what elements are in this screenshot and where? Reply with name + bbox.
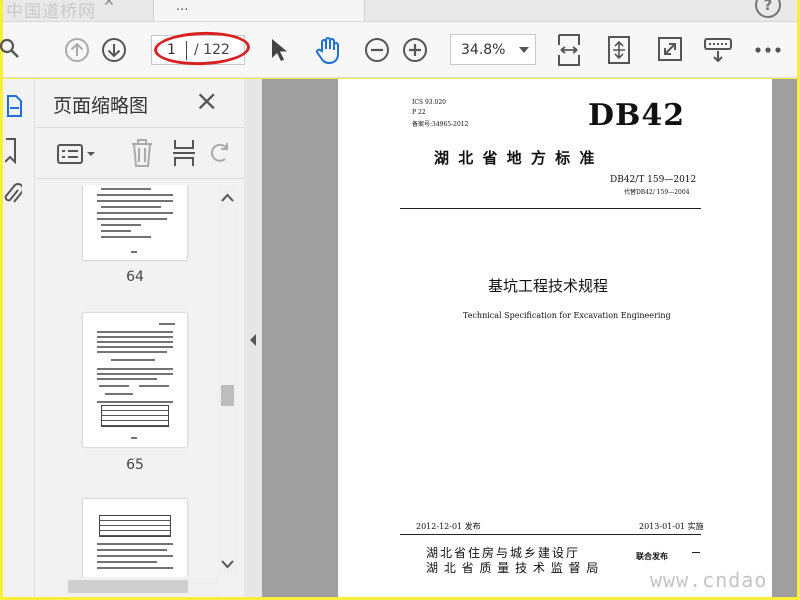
search-icon[interactable] [0,36,23,62]
fit-width-icon[interactable] [556,32,582,68]
rotate-icon[interactable] [207,137,233,169]
collapse-panel-icon[interactable] [248,333,258,347]
document-tab[interactable]: ... [153,0,365,21]
replaces-number: 代替DB42/ 159—2004 [624,189,690,196]
thumbnail-page[interactable] [83,185,187,260]
side-icon-rail [3,79,35,597]
page-thumbnails-icon[interactable] [3,93,25,119]
footer-rule [400,534,701,535]
full-screen-icon[interactable] [656,35,684,63]
document-view[interactable]: ICS 93.020 P 22 备案号:34965-2012 DB42 湖 北 … [262,79,797,597]
help-icon[interactable]: ? [755,0,781,18]
vertical-scrollbar[interactable] [218,185,237,577]
zoom-out-button[interactable] [363,36,391,64]
close-icon[interactable]: × [195,87,218,115]
thumbnail-toolbar [35,127,244,179]
zoom-in-button[interactable] [401,36,429,64]
publish-date: 2012-12-01 发布 [416,522,481,531]
trash-icon[interactable] [128,137,156,169]
tab-strip: 中国道桥网 ✕ ... ? [3,0,797,22]
watermark-text: 中国道桥网 [6,2,96,22]
document-title-cn: 基坑工程技术规程 [488,277,609,295]
document-page: ICS 93.020 P 22 备案号:34965-2012 DB42 湖 北 … [338,79,772,597]
p-code: P 22 [412,109,426,116]
tab-close-icon[interactable]: ✕ [103,0,115,10]
effective-date: 2013-01-01 实施 [639,522,704,531]
issuer-2: 湖 北 省 质 量 技 术 监 督 局 [426,561,600,575]
scrollbar-thumb[interactable] [68,580,188,593]
document-title-en: Technical Specification for Excavation E… [463,311,671,320]
panel-splitter[interactable] [244,79,262,597]
bookmark-icon[interactable] [3,137,19,165]
more-options-icon[interactable] [753,38,783,62]
standard-number: DB42/T 159—2012 [610,175,697,185]
read-mode-icon[interactable] [703,34,733,66]
thumbnail-label: 64 [126,269,144,285]
thumbnail-page[interactable] [83,313,187,447]
fit-page-icon[interactable] [606,34,632,66]
scrollbar-thumb[interactable] [221,385,234,406]
hand-tool-icon[interactable] [311,34,345,66]
scroll-down-icon[interactable] [221,559,234,569]
ics-code: ICS 93.020 [412,99,446,106]
dash-mark [692,552,700,553]
chevron-down-icon [519,47,529,53]
standard-badge: DB42 [588,98,686,133]
previous-page-button[interactable] [63,36,91,64]
scroll-up-icon[interactable] [221,193,234,203]
tab-title: ... [176,0,189,14]
next-page-button[interactable] [100,36,128,64]
select-tool-icon[interactable] [265,35,291,65]
thumbnail-page[interactable] [83,499,187,577]
watermark-bottom: www.cndao [650,568,768,592]
panel-title: 页面缩略图 [53,95,149,117]
insert-page-icon[interactable] [171,137,197,169]
header-rule [400,208,701,209]
attachment-icon[interactable] [3,179,23,209]
horizontal-scrollbar[interactable] [63,577,218,595]
authority-title: 湖 北 省 地 方 标 准 [434,149,597,167]
thumbnail-options-button[interactable] [55,140,97,168]
thumbnail-label: 65 [126,457,144,473]
thumbnail-panel: 页面缩略图 × 64 65 [35,79,244,597]
joint-issue-label: 联合发布 [636,552,668,561]
zoom-select[interactable]: 34.8% [450,34,536,65]
zoom-value: 34.8% [461,42,506,58]
toolbar: 1 / 122 34.8% [0,22,797,78]
record-number: 备案号:34965-2012 [412,121,469,128]
thumbnail-list: 64 65 [35,185,218,577]
